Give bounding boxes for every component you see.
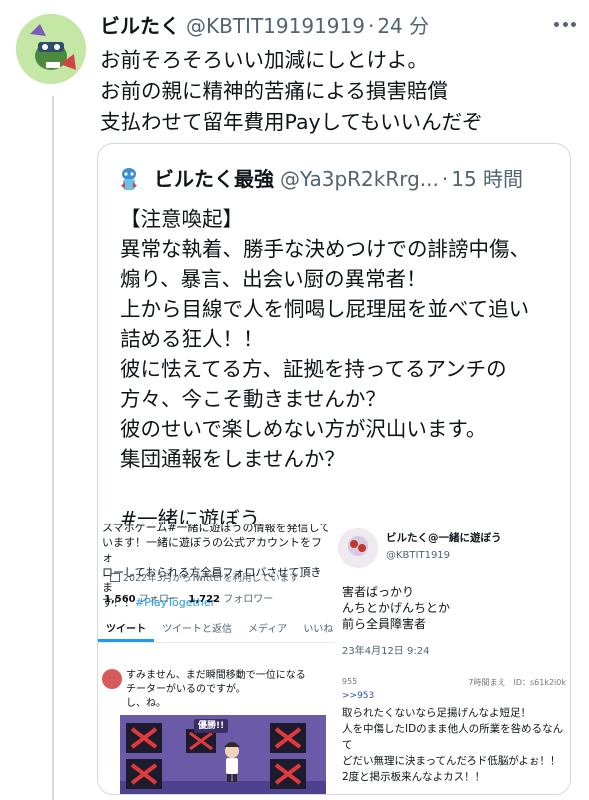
screenshot-author-handle: @KBTIT1919 [386, 550, 451, 561]
profile-tab-tweets: ツイート [98, 612, 154, 642]
quote-timestamp[interactable]: 15 時間 [451, 165, 523, 193]
profile-joined-text: 2022年3月からTwitterを利用しています [123, 573, 299, 584]
chat-message: すみません、まだ瞬間移動で一位になる チーターがいるのですが。 し、ね。 [126, 670, 306, 709]
media-image-game-screenshot[interactable]: すみません、まだ瞬間移動で一位になる チーターがいるのですが。 し、ね。 優勝!… [98, 669, 334, 794]
quote-author-handle[interactable]: @Ya3pR2kRrg... [280, 165, 439, 193]
quote-author-name[interactable]: ビルたく最強 [154, 165, 274, 193]
profile-follow-counts: 1,560 フォロー 1,722 フォロワー [104, 590, 273, 605]
followers-label: フォロワー [223, 594, 274, 605]
profile-tab-media: メディア [248, 624, 288, 635]
screenshot-author-name: ビルたく@一緒に遊ぼう [386, 532, 502, 544]
profile-tab-likes: いいね [303, 624, 334, 635]
header-separator: · [367, 14, 375, 38]
more-options-icon[interactable] [554, 22, 576, 28]
bbs-post-text: 取られたくないなら足揚げんなよ短足！ 人を中傷したIDのまま他人の所業を咎めるな… [342, 707, 564, 783]
followers-count: 1,722 [188, 594, 221, 605]
profile-joined-date: 2022年3月からTwitterを利用しています [110, 570, 299, 584]
avatar-illustration-icon [16, 14, 86, 84]
media-image-profile-screenshot[interactable]: スマホゲーム#一緒に遊ぼうの情報を発信して います！一緒に遊ぼうの公式アカウント… [98, 524, 334, 667]
following-count: 1,560 [104, 594, 136, 605]
media-image-bbs-screenshot[interactable]: 955 7時間まえ ID：s61k2i0k >>953 取られたくないなら足揚げ… [336, 669, 570, 794]
screenshot-tweet-text: 害者ばっかり んちとかげんちとか 前ら全員障害者 [342, 585, 451, 631]
following-label: フォロー [138, 594, 179, 605]
author-name[interactable]: ビルたく [100, 12, 180, 40]
screenshot-avatar-icon [338, 528, 378, 568]
thread-connector-line [52, 96, 54, 800]
game-scene: 優勝!! [120, 715, 326, 794]
tweet-header: ビルたく @KBTIT19191919 · 24 分 [100, 12, 582, 40]
bbs-reply-anchor: >>953 [342, 691, 375, 701]
screenshot-tweet-date: 23年4月12日 9:24 [342, 646, 430, 657]
author-avatar[interactable] [16, 14, 86, 84]
profile-tab-divider [98, 642, 334, 643]
quote-header-separator: · [441, 167, 449, 191]
media-image-tweet-screenshot[interactable]: ビルたく@一緒に遊ぼう @KBTIT1919 害者ばっかり んちとかげんちとか … [336, 524, 570, 667]
calendar-icon [110, 573, 120, 582]
quoted-tweet[interactable]: ビルたく最強 @Ya3pR2kRrg... · 15 時間 【注意喚起】 異常な… [97, 143, 571, 795]
tweet: ビルたく @KBTIT19191919 · 24 分 お前そろそろいい加減にしと… [100, 12, 582, 138]
profile-bio-line1: スマホゲーム#一緒に遊ぼうの情報を発信して [102, 524, 331, 534]
bbs-post-number: 955 [342, 677, 358, 686]
victory-banner: 優勝!! [194, 719, 229, 733]
bbs-post-meta: 7時間まえ ID：s61k2i0k [468, 678, 566, 687]
profile-tab-replies: ツイートと返信 [162, 624, 232, 635]
profile-tabs: ツイート ツイートと返信 メディア いいね [98, 612, 334, 642]
quote-text: 【注意喚起】 異常な執着、勝手な決めつけでの誹謗中傷、 煽り、暴言、出会い厨の異… [120, 207, 530, 531]
tweet-text: お前そろそろいい加減にしとけよ。 お前の親に精神的苦痛による損害賠償 支払わせて… [100, 48, 483, 134]
screenshot-avatar [338, 528, 378, 568]
chat-avatar [102, 669, 122, 689]
media-grid: スマホゲーム#一緒に遊ぼうの情報を発信して います！一緒に遊ぼうの公式アカウント… [98, 524, 570, 794]
quote-header: ビルたく最強 @Ya3pR2kRrg... · 15 時間 [112, 162, 523, 196]
tweet-timestamp[interactable]: 24 分 [377, 12, 429, 40]
author-handle[interactable]: @KBTIT19191919 [186, 12, 365, 40]
quote-author-avatar [112, 162, 146, 196]
